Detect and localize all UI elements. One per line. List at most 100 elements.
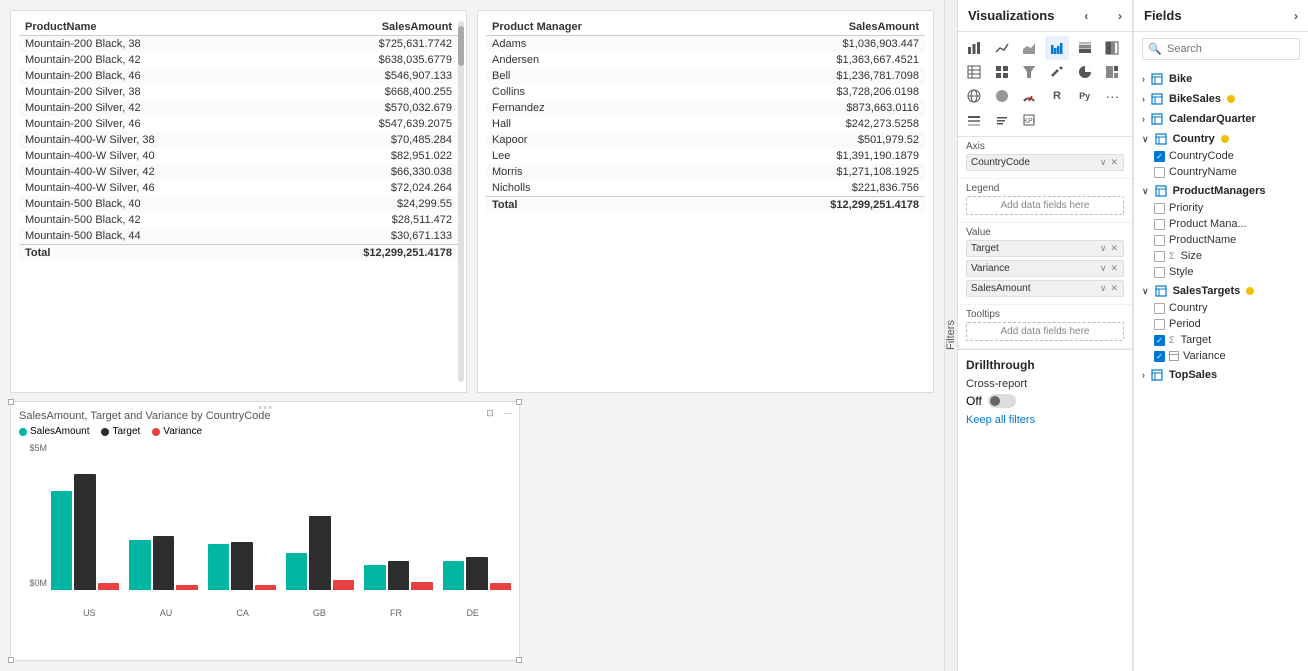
field-checkbox[interactable]	[1154, 235, 1165, 246]
viz-smart-narrative[interactable]	[990, 108, 1014, 132]
cross-report-toggle[interactable]	[988, 394, 1016, 408]
field-group-header[interactable]: › CalendarQuarter	[1134, 110, 1308, 128]
field-checkbox[interactable]: ✓	[1154, 335, 1165, 346]
axis-chevron-down[interactable]: ∨	[1099, 157, 1108, 168]
viz-treemap[interactable]	[1100, 60, 1124, 84]
product-name-cell: Mountain-200 Black, 42	[19, 52, 276, 68]
field-item[interactable]: Σ Size	[1154, 248, 1308, 264]
field-checkbox[interactable]	[1154, 267, 1165, 278]
manager-name-cell: Nicholls	[486, 180, 707, 197]
bottom-row: ⊡ ··· SalesAmount, Target and Variance b…	[10, 401, 934, 661]
fields-panel-arrow[interactable]: ›	[1294, 9, 1298, 23]
field-item[interactable]: Country	[1154, 300, 1308, 316]
field-item[interactable]: ✓ Variance	[1154, 348, 1308, 364]
more-options-icon[interactable]: ···	[501, 406, 515, 420]
field-checkbox[interactable]	[1154, 319, 1165, 330]
viz-map[interactable]	[962, 84, 986, 108]
field-group-header[interactable]: ∨ ProductManagers	[1134, 182, 1308, 200]
search-input[interactable]	[1142, 38, 1300, 60]
sales-chevron[interactable]: ∨	[1099, 283, 1108, 294]
field-group-bike: › Bike	[1134, 70, 1308, 88]
field-item[interactable]: Product Mana...	[1154, 216, 1308, 232]
field-item[interactable]: CountryName	[1154, 164, 1308, 180]
field-checkbox[interactable]	[1154, 251, 1165, 262]
viz-panel-content: Axis CountryCode ∨ ✕ Legend Add data fie…	[958, 137, 1132, 671]
viz-metric[interactable]: KPI	[1017, 108, 1041, 132]
field-checkbox[interactable]: ✓	[1154, 351, 1165, 362]
variance-bar	[490, 583, 511, 590]
axis-remove[interactable]: ✕	[1109, 157, 1119, 168]
viz-100-stacked[interactable]	[1100, 36, 1124, 60]
field-checkbox[interactable]	[1154, 219, 1165, 230]
sales-amount-cell: $725,631.7742	[276, 36, 458, 53]
value-field-variance[interactable]: Variance ∨ ✕	[966, 260, 1124, 277]
chart-icons: ⊡ ···	[483, 406, 515, 420]
value-sales-name: SalesAmount	[971, 283, 1030, 294]
field-item[interactable]: ProductName	[1154, 232, 1308, 248]
resize-bl[interactable]	[8, 657, 14, 663]
target-chevron[interactable]: ∨	[1099, 243, 1108, 254]
resize-tl[interactable]	[8, 399, 14, 405]
field-checkbox[interactable]	[1154, 203, 1165, 214]
keep-filters-link[interactable]: Keep all filters	[966, 414, 1035, 426]
variance-chevron[interactable]: ∨	[1099, 263, 1108, 274]
viz-pie[interactable]	[1073, 60, 1097, 84]
field-checkbox[interactable]	[1154, 167, 1165, 178]
viz-gauge[interactable]	[1017, 84, 1041, 108]
viz-area-chart[interactable]	[1017, 36, 1041, 60]
viz-matrix[interactable]	[990, 60, 1014, 84]
field-item[interactable]: Period	[1154, 316, 1308, 332]
tooltips-add-field[interactable]: Add data fields here	[966, 322, 1124, 341]
col-product-name: ProductName	[19, 19, 276, 36]
viz-more[interactable]: ···	[1100, 84, 1124, 108]
manager-table: Product Manager SalesAmount Adams$1,036,…	[486, 19, 925, 213]
col-sales-amount-right: SalesAmount	[707, 19, 925, 36]
maximize-icon[interactable]: ⊡	[483, 406, 497, 420]
sales-remove[interactable]: ✕	[1109, 283, 1119, 294]
viz-python[interactable]: Py	[1073, 84, 1097, 108]
variance-remove[interactable]: ✕	[1109, 263, 1119, 274]
field-item[interactable]: ✓ Σ Target	[1154, 332, 1308, 348]
sales-bar	[208, 544, 229, 590]
chart-drag-handle[interactable]	[259, 406, 272, 409]
manager-name-cell: Hall	[486, 116, 707, 132]
field-group-header[interactable]: ∨ Country	[1134, 130, 1308, 148]
value-field-sales[interactable]: SalesAmount ∨ ✕	[966, 280, 1124, 297]
field-item-label: Size	[1181, 250, 1202, 262]
viz-table[interactable]	[962, 60, 986, 84]
viz-panel-arrow-right[interactable]: ›	[1118, 9, 1122, 23]
viz-panel-arrow-left[interactable]: ‹	[1084, 9, 1088, 23]
viz-filled-map[interactable]	[990, 84, 1014, 108]
scrollbar-thumb[interactable]	[458, 26, 464, 66]
viz-r-script[interactable]: R	[1045, 84, 1069, 108]
resize-tr[interactable]	[516, 399, 522, 405]
viz-slicer[interactable]	[962, 108, 986, 132]
drillthrough-section: Drillthrough Cross-report Off Keep all f…	[958, 349, 1132, 434]
col-product-manager: Product Manager	[486, 19, 707, 36]
value-field-target[interactable]: Target ∨ ✕	[966, 240, 1124, 257]
viz-funnel[interactable]	[1017, 60, 1041, 84]
filters-panel[interactable]: Filters	[944, 0, 958, 671]
field-group-header[interactable]: › Bike	[1134, 70, 1308, 88]
resize-border-top[interactable]	[11, 400, 519, 404]
field-group-header[interactable]: › TopSales	[1134, 366, 1308, 384]
legend-add-field[interactable]: Add data fields here	[966, 196, 1124, 215]
viz-clustered-bar[interactable]	[1045, 36, 1069, 60]
field-checkbox[interactable]	[1154, 303, 1165, 314]
field-checkbox[interactable]: ✓	[1154, 151, 1165, 162]
viz-scatter[interactable]	[1045, 60, 1069, 84]
field-item[interactable]: Style	[1154, 264, 1308, 280]
sales-amount-right-cell: $1,391,190.1879	[707, 148, 925, 164]
viz-bar-chart[interactable]	[962, 36, 986, 60]
field-group-header[interactable]: ∨ SalesTargets	[1134, 282, 1308, 300]
field-group-header[interactable]: › BikeSales	[1134, 90, 1308, 108]
target-remove[interactable]: ✕	[1109, 243, 1119, 254]
field-item[interactable]: ✓ CountryCode	[1154, 148, 1308, 164]
field-item[interactable]: Priority	[1154, 200, 1308, 216]
axis-field-chip[interactable]: CountryCode ∨ ✕	[966, 154, 1124, 171]
viz-line-chart[interactable]	[990, 36, 1014, 60]
scrollbar-right[interactable]	[458, 21, 464, 382]
viz-stacked-bar[interactable]	[1073, 36, 1097, 60]
resize-br[interactable]	[516, 657, 522, 663]
product-name-cell: Mountain-400-W Silver, 42	[19, 164, 276, 180]
